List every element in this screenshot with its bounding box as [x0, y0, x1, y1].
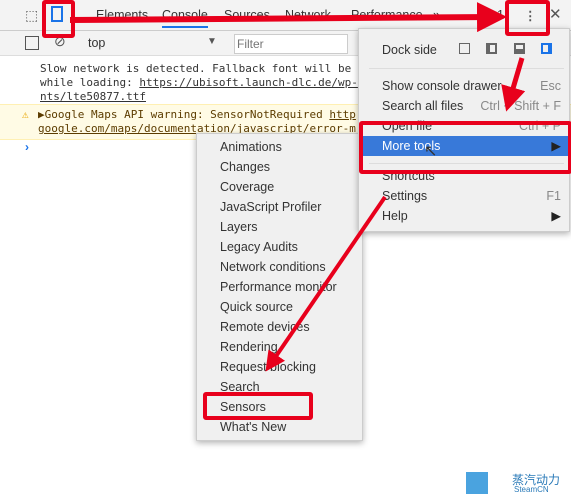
mouse-cursor-icon: ↖ — [424, 143, 438, 160]
annotation-arrows — [69, 2, 526, 372]
watermark: 蒸汽动力 SteamCN — [462, 470, 571, 497]
watermark-logo-icon — [466, 472, 488, 494]
watermark-text: SteamCN — [514, 485, 549, 494]
